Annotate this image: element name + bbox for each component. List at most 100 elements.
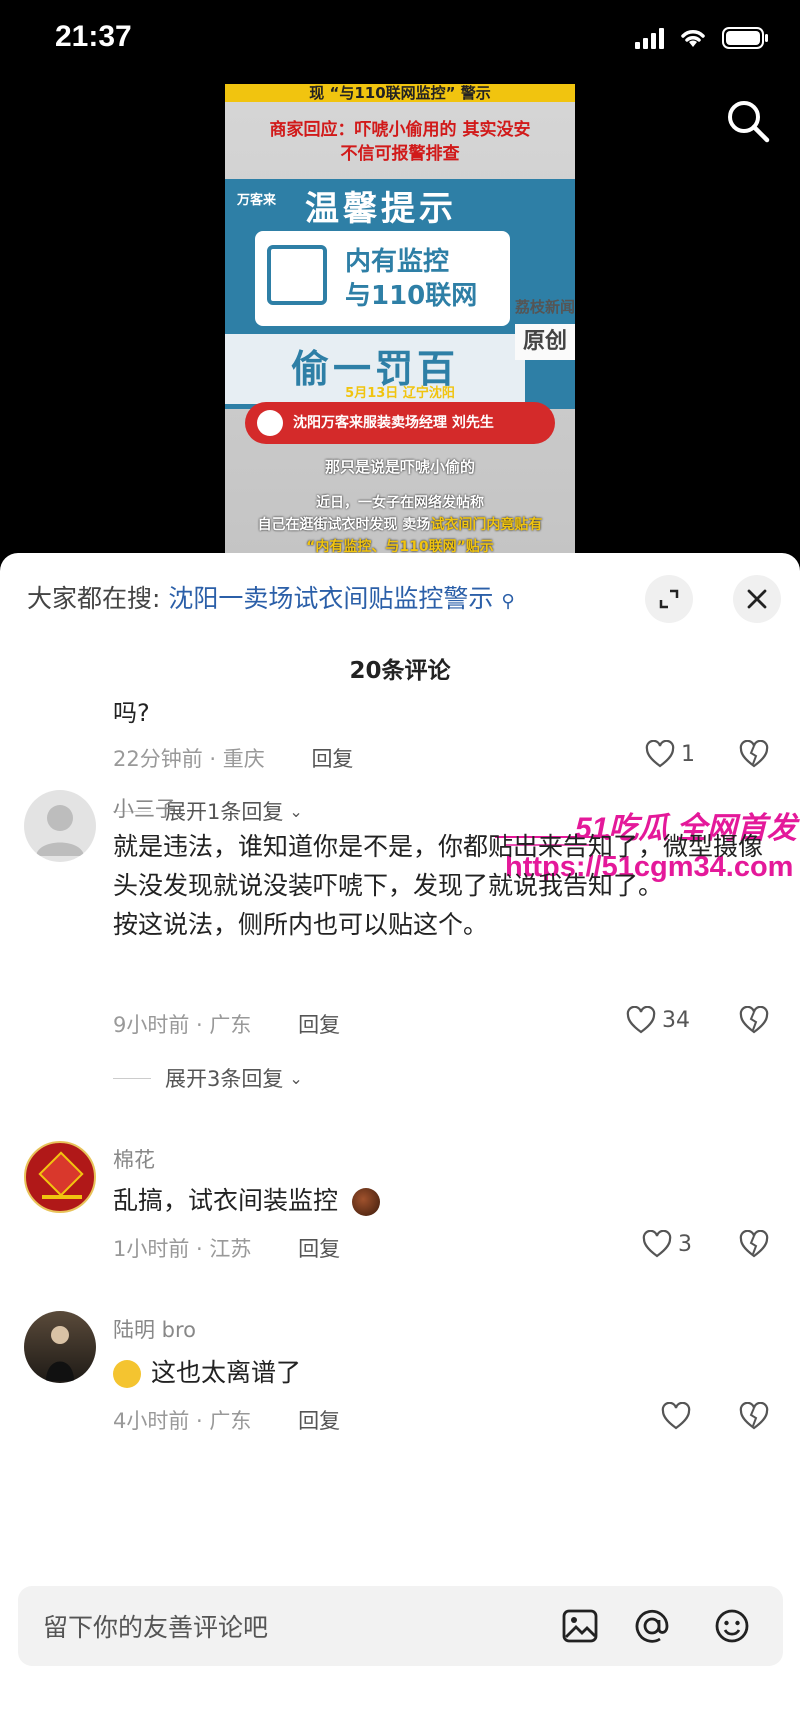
comment-username[interactable]: 小三子	[113, 793, 176, 823]
comment-meta: 22分钟前 · 重庆 回复	[113, 743, 353, 773]
broken-heart-icon	[739, 739, 769, 768]
emoji-icon	[351, 1188, 380, 1216]
comment-time-location: 9小时前 · 广东	[113, 1013, 252, 1037]
expand-replies-label: 展开3条回复	[165, 1067, 284, 1091]
search-small-icon: ⚲	[501, 591, 515, 612]
comment-username[interactable]: 棉花	[113, 1144, 155, 1174]
person-photo-avatar-icon	[46, 1326, 74, 1381]
video-warning-sign: 万客来 温馨提示 内有监控 与110联网 偷一罚百	[225, 179, 575, 409]
broken-heart-icon	[739, 1229, 769, 1258]
comment-time-location: 1小时前 · 江苏	[113, 1237, 252, 1261]
status-bar: 21:37	[0, 0, 800, 80]
status-time: 21:37	[55, 20, 132, 53]
video-red-line-1: 商家回应：吓唬小偷用的 其实没安	[269, 120, 531, 140]
reply-button[interactable]: 回复	[311, 747, 353, 771]
video-sign-line-1: 内有监控	[345, 247, 450, 277]
reply-button[interactable]: 回复	[298, 1409, 340, 1433]
video-player[interactable]: 现 “与110联网监控” 警示 商家回应：吓唬小偷用的 其实没安 不信可报警排查…	[0, 80, 800, 560]
comment-time-location: 22分钟前 · 重庆	[113, 747, 265, 771]
comment-count: 20条评论	[349, 658, 451, 684]
comment-meta: 1小时前 · 江苏 回复	[113, 1233, 340, 1263]
video-frame[interactable]: 现 “与110联网监控” 警示 商家回应：吓唬小偷用的 其实没安 不信可报警排查…	[225, 84, 575, 560]
hot-search-bar[interactable]: 大家都在搜: 沈阳一卖场试衣间贴监控警示 ⚲	[27, 579, 515, 615]
video-brand-logo: 万客来	[237, 193, 277, 208]
comment-text-body: 乱搞，试衣间装监控	[113, 1186, 339, 1215]
video-red-line-2: 不信可报警排查	[340, 144, 460, 164]
like-count: 1	[681, 741, 695, 767]
comment-time-location: 4小时前 · 广东	[113, 1409, 252, 1433]
image-button[interactable]	[558, 1604, 602, 1648]
dislike-button[interactable]	[739, 1229, 769, 1262]
avatar[interactable]	[24, 790, 96, 862]
video-caption-line-2-text: 自己在逛街试衣时发现 卖场	[257, 517, 431, 533]
mention-button[interactable]	[630, 1604, 674, 1648]
dislike-button[interactable]	[739, 1401, 769, 1434]
reply-button[interactable]: 回复	[298, 1237, 340, 1261]
expand-sheet-button[interactable]	[645, 575, 693, 623]
comment-text: 吗?	[113, 699, 150, 727]
fu-character-avatar-icon	[38, 1151, 84, 1199]
hot-search-prefix: 大家都在搜:	[27, 584, 161, 613]
video-source-label: 荔枝新闻	[515, 298, 575, 316]
comment-input[interactable]: 留下你的友善评论吧	[18, 1586, 783, 1666]
video-caption-line-2: 自己在逛街试衣时发现 卖场试衣间门内竟贴有	[225, 514, 575, 536]
comment-text: 这也太离谱了	[113, 1353, 778, 1392]
comment-username[interactable]: 陆明 bro	[113, 1314, 196, 1344]
like-button[interactable]: 1	[645, 740, 695, 768]
battery-icon	[722, 27, 768, 49]
smiley-icon	[715, 1609, 749, 1643]
like-count: 34	[662, 1007, 690, 1033]
video-caption-line-2-highlight: 试衣间门内竟贴有	[430, 517, 543, 533]
emoji-button[interactable]	[710, 1604, 754, 1648]
search-button[interactable]	[725, 98, 771, 144]
divider	[113, 1077, 151, 1079]
comments-sheet: 大家都在搜: 沈阳一卖场试衣间贴监控警示 ⚲ 20条评论 吗? 22分钟前 · …	[0, 553, 800, 1733]
video-caption-line-1: 近日，一女子在网络发帖称	[316, 495, 484, 511]
status-icons	[635, 26, 770, 50]
comment-text: 就是违法，谁知道你是不是，你都贴出来告知了，微型摄像头没发现就说没装吓唬下，发现…	[113, 827, 778, 944]
camera-icon	[267, 245, 327, 305]
dislike-button[interactable]	[739, 739, 769, 772]
video-top-banner: 现 “与110联网监控” 警示	[225, 84, 575, 102]
heart-icon	[626, 1006, 656, 1034]
like-button[interactable]	[661, 1402, 697, 1430]
video-sign-box: 内有监控 与110联网	[255, 231, 510, 326]
close-sheet-button[interactable]	[733, 575, 781, 623]
video-speaker-pill: 沈阳万客来服装卖场经理 刘先生	[245, 402, 555, 444]
dislike-button[interactable]	[739, 1005, 769, 1038]
heart-icon	[642, 1230, 672, 1258]
crying-laughing-emoji-icon	[113, 1360, 141, 1388]
comment-input-placeholder: 留下你的友善评论吧	[43, 1613, 269, 1642]
avatar[interactable]	[24, 1141, 96, 1213]
expand-replies-button[interactable]: 展开3条回复 ⌄	[113, 1063, 303, 1093]
default-avatar-icon	[36, 805, 84, 856]
wifi-icon	[681, 30, 705, 47]
search-icon	[728, 101, 770, 143]
comment-meta: 4小时前 · 广东 回复	[113, 1405, 340, 1435]
video-sign-line-2: 与110联网	[345, 281, 478, 311]
at-sign-icon	[635, 1609, 669, 1643]
hot-search-link[interactable]: 沈阳一卖场试衣间贴监控警示	[168, 584, 493, 613]
broken-heart-icon	[739, 1005, 769, 1034]
video-original-badge: 原创	[515, 324, 575, 360]
like-count: 3	[678, 1231, 692, 1257]
image-icon	[562, 1609, 598, 1643]
video-caption: 近日，一女子在网络发帖称 自己在逛街试衣时发现 卖场试衣间门内竟贴有 “内有监控…	[225, 492, 575, 558]
comment-text-body: 这也太离谱了	[151, 1358, 302, 1387]
comment-text-paragraph-1: 就是违法，谁知道你是不是，你都贴出来告知了，微型摄像头没发现就说没装吓唬下，发现…	[113, 832, 764, 900]
video-sign-text: 内有监控 与110联网	[345, 245, 477, 313]
reply-button[interactable]: 回复	[298, 1013, 340, 1037]
close-icon	[747, 589, 767, 609]
avatar[interactable]	[24, 1311, 96, 1383]
expand-icon	[659, 589, 679, 609]
expand-replies-label: 展开1条回复	[165, 800, 284, 824]
heart-icon	[661, 1402, 691, 1430]
chevron-down-icon: ⌄	[289, 801, 303, 821]
like-button[interactable]: 34	[626, 1006, 690, 1034]
cellular-signal-icon	[635, 27, 664, 49]
comment-text-paragraph-2: 按这说法，侧所内也可以贴这个。	[113, 910, 489, 939]
comment-meta: 9小时前 · 广东 回复	[113, 1009, 340, 1039]
video-date-location: 5月13日 辽宁沈阳	[345, 386, 455, 401]
video-red-caption: 商家回应：吓唬小偷用的 其实没安 不信可报警排查	[225, 118, 575, 166]
like-button[interactable]: 3	[642, 1230, 692, 1258]
